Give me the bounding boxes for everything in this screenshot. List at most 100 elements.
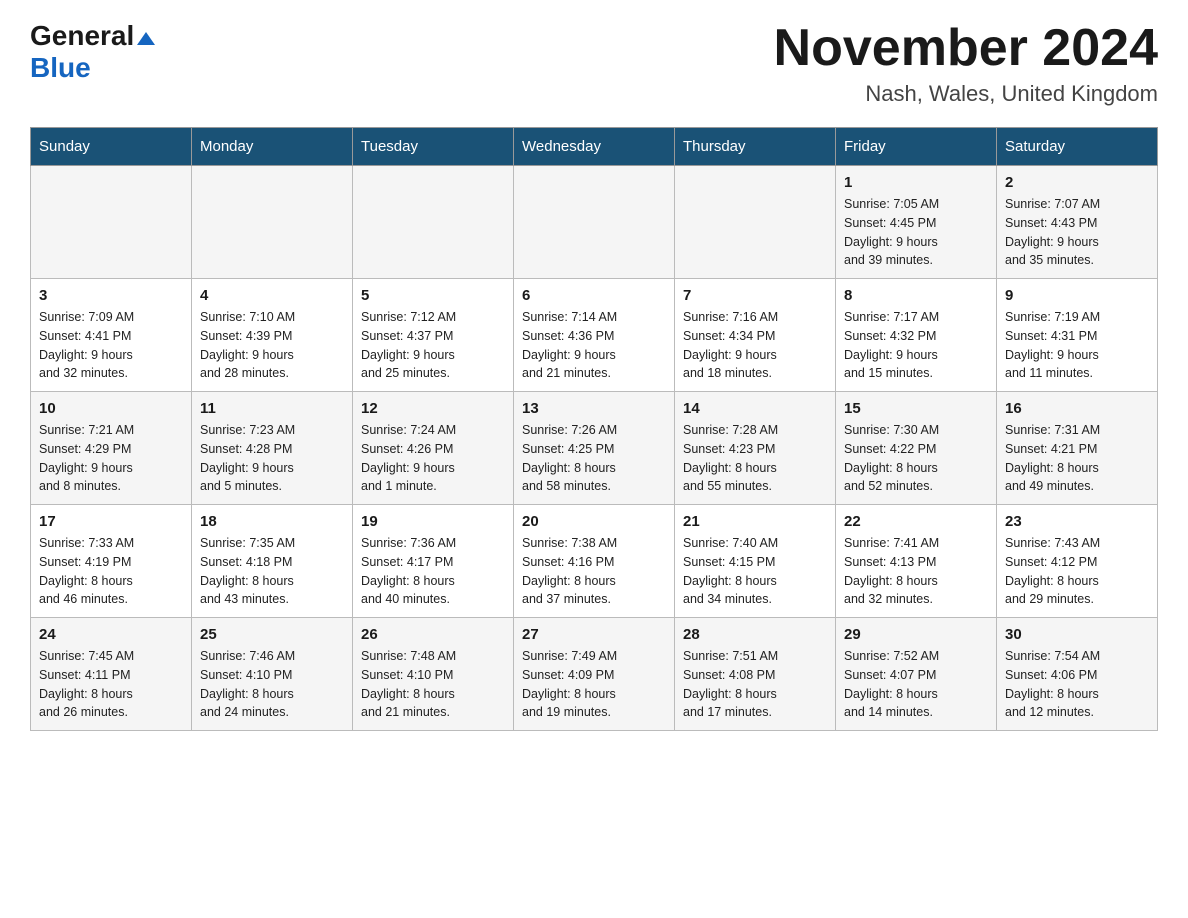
- day-info: Sunrise: 7:19 AM Sunset: 4:31 PM Dayligh…: [1005, 308, 1149, 383]
- day-number: 5: [361, 287, 505, 304]
- header-day-saturday: Saturday: [997, 128, 1158, 166]
- day-info: Sunrise: 7:12 AM Sunset: 4:37 PM Dayligh…: [361, 308, 505, 383]
- calendar-cell: 14Sunrise: 7:28 AM Sunset: 4:23 PM Dayli…: [675, 392, 836, 505]
- day-number: 4: [200, 287, 344, 304]
- header-day-friday: Friday: [836, 128, 997, 166]
- calendar-cell: 28Sunrise: 7:51 AM Sunset: 4:08 PM Dayli…: [675, 618, 836, 731]
- calendar-week-2: 3 Sunrise: 7:09 AM Sunset: 4:41 PM Daylig…: [31, 279, 1158, 392]
- calendar-header: SundayMondayTuesdayWednesdayThursdayFrid…: [31, 128, 1158, 166]
- day-info: Sunrise: 7:52 AM Sunset: 4:07 PM Dayligh…: [844, 647, 988, 722]
- day-info: Sunrise: 7:09 AM Sunset: 4:41 PM Dayligh…: [39, 308, 183, 383]
- header-day-sunday: Sunday: [31, 128, 192, 166]
- day-number: 22: [844, 513, 988, 530]
- day-number: 18: [200, 513, 344, 530]
- calendar-body: 1 Sunrise: 7:05 AM Sunset: 4:45 PM Daylig…: [31, 166, 1158, 731]
- day-info: Sunrise: 7:14 AM Sunset: 4:36 PM Dayligh…: [522, 308, 666, 383]
- day-number: 24: [39, 626, 183, 643]
- calendar-cell: 6 Sunrise: 7:14 AM Sunset: 4:36 PM Daylig…: [514, 279, 675, 392]
- day-number: 19: [361, 513, 505, 530]
- day-info: Sunrise: 7:07 AM Sunset: 4:43 PM Dayligh…: [1005, 195, 1149, 270]
- day-info: Sunrise: 7:40 AM Sunset: 4:15 PM Dayligh…: [683, 534, 827, 609]
- day-number: 30: [1005, 626, 1149, 643]
- month-title: November 2024: [774, 20, 1158, 77]
- logo-triangle-icon: [137, 32, 155, 45]
- calendar-cell: 7 Sunrise: 7:16 AM Sunset: 4:34 PM Daylig…: [675, 279, 836, 392]
- day-number: 11: [200, 400, 344, 417]
- calendar-cell: 13Sunrise: 7:26 AM Sunset: 4:25 PM Dayli…: [514, 392, 675, 505]
- day-info: Sunrise: 7:38 AM Sunset: 4:16 PM Dayligh…: [522, 534, 666, 609]
- day-number: 8: [844, 287, 988, 304]
- calendar-cell: 30 Sunrise: 7:54 AM Sunset: 4:06 PM Dayli…: [997, 618, 1158, 731]
- day-info: Sunrise: 7:33 AM Sunset: 4:19 PM Dayligh…: [39, 534, 183, 609]
- calendar-cell: 11 Sunrise: 7:23 AM Sunset: 4:28 PM Dayli…: [192, 392, 353, 505]
- logo-blue-text: Blue: [30, 52, 91, 83]
- day-info: Sunrise: 7:05 AM Sunset: 4:45 PM Dayligh…: [844, 195, 988, 270]
- day-number: 15: [844, 400, 988, 417]
- day-info: Sunrise: 7:45 AM Sunset: 4:11 PM Dayligh…: [39, 647, 183, 722]
- day-number: 1: [844, 174, 988, 191]
- calendar-cell: [192, 166, 353, 279]
- logo-general-text: General: [30, 20, 134, 52]
- day-number: 17: [39, 513, 183, 530]
- page-header: General Blue November 2024 Nash, Wales, …: [30, 20, 1158, 107]
- day-number: 12: [361, 400, 505, 417]
- calendar-cell: 4 Sunrise: 7:10 AM Sunset: 4:39 PM Daylig…: [192, 279, 353, 392]
- day-info: Sunrise: 7:16 AM Sunset: 4:34 PM Dayligh…: [683, 308, 827, 383]
- day-number: 7: [683, 287, 827, 304]
- calendar-week-1: 1 Sunrise: 7:05 AM Sunset: 4:45 PM Daylig…: [31, 166, 1158, 279]
- calendar-table: SundayMondayTuesdayWednesdayThursdayFrid…: [30, 127, 1158, 731]
- day-number: 3: [39, 287, 183, 304]
- day-number: 23: [1005, 513, 1149, 530]
- day-number: 27: [522, 626, 666, 643]
- day-info: Sunrise: 7:10 AM Sunset: 4:39 PM Dayligh…: [200, 308, 344, 383]
- calendar-cell: 19 Sunrise: 7:36 AM Sunset: 4:17 PM Dayli…: [353, 505, 514, 618]
- day-info: Sunrise: 7:36 AM Sunset: 4:17 PM Dayligh…: [361, 534, 505, 609]
- day-number: 20: [522, 513, 666, 530]
- calendar-cell: 27 Sunrise: 7:49 AM Sunset: 4:09 PM Dayli…: [514, 618, 675, 731]
- day-number: 10: [39, 400, 183, 417]
- day-info: Sunrise: 7:21 AM Sunset: 4:29 PM Dayligh…: [39, 421, 183, 496]
- calendar-week-4: 17 Sunrise: 7:33 AM Sunset: 4:19 PM Dayli…: [31, 505, 1158, 618]
- calendar-cell: 24 Sunrise: 7:45 AM Sunset: 4:11 PM Dayli…: [31, 618, 192, 731]
- calendar-cell: 22 Sunrise: 7:41 AM Sunset: 4:13 PM Dayli…: [836, 505, 997, 618]
- logo: General Blue: [30, 20, 155, 84]
- calendar-cell: [514, 166, 675, 279]
- calendar-cell: 21 Sunrise: 7:40 AM Sunset: 4:15 PM Dayli…: [675, 505, 836, 618]
- day-info: Sunrise: 7:35 AM Sunset: 4:18 PM Dayligh…: [200, 534, 344, 609]
- calendar-cell: 23 Sunrise: 7:43 AM Sunset: 4:12 PM Dayli…: [997, 505, 1158, 618]
- day-info: Sunrise: 7:17 AM Sunset: 4:32 PM Dayligh…: [844, 308, 988, 383]
- day-info: Sunrise: 7:54 AM Sunset: 4:06 PM Dayligh…: [1005, 647, 1149, 722]
- day-info: Sunrise: 7:30 AM Sunset: 4:22 PM Dayligh…: [844, 421, 988, 496]
- day-info: Sunrise: 7:43 AM Sunset: 4:12 PM Dayligh…: [1005, 534, 1149, 609]
- calendar-cell: 12Sunrise: 7:24 AM Sunset: 4:26 PM Dayli…: [353, 392, 514, 505]
- header-day-tuesday: Tuesday: [353, 128, 514, 166]
- day-info: Sunrise: 7:41 AM Sunset: 4:13 PM Dayligh…: [844, 534, 988, 609]
- calendar-cell: 8 Sunrise: 7:17 AM Sunset: 4:32 PM Daylig…: [836, 279, 997, 392]
- header-row: SundayMondayTuesdayWednesdayThursdayFrid…: [31, 128, 1158, 166]
- calendar-cell: 17 Sunrise: 7:33 AM Sunset: 4:19 PM Dayli…: [31, 505, 192, 618]
- title-section: November 2024 Nash, Wales, United Kingdo…: [774, 20, 1158, 107]
- day-number: 6: [522, 287, 666, 304]
- day-info: Sunrise: 7:28 AM Sunset: 4:23 PM Dayligh…: [683, 421, 827, 496]
- calendar-cell: 9Sunrise: 7:19 AM Sunset: 4:31 PM Daylig…: [997, 279, 1158, 392]
- calendar-cell: 15 Sunrise: 7:30 AM Sunset: 4:22 PM Dayli…: [836, 392, 997, 505]
- day-info: Sunrise: 7:31 AM Sunset: 4:21 PM Dayligh…: [1005, 421, 1149, 496]
- day-info: Sunrise: 7:23 AM Sunset: 4:28 PM Dayligh…: [200, 421, 344, 496]
- calendar-cell: [353, 166, 514, 279]
- day-info: Sunrise: 7:51 AM Sunset: 4:08 PM Dayligh…: [683, 647, 827, 722]
- calendar-cell: [31, 166, 192, 279]
- day-number: 13: [522, 400, 666, 417]
- day-number: 16: [1005, 400, 1149, 417]
- day-info: Sunrise: 7:49 AM Sunset: 4:09 PM Dayligh…: [522, 647, 666, 722]
- calendar-cell: 26Sunrise: 7:48 AM Sunset: 4:10 PM Dayli…: [353, 618, 514, 731]
- calendar-cell: 3 Sunrise: 7:09 AM Sunset: 4:41 PM Daylig…: [31, 279, 192, 392]
- day-number: 21: [683, 513, 827, 530]
- calendar-cell: 29Sunrise: 7:52 AM Sunset: 4:07 PM Dayli…: [836, 618, 997, 731]
- header-day-wednesday: Wednesday: [514, 128, 675, 166]
- calendar-cell: 20 Sunrise: 7:38 AM Sunset: 4:16 PM Dayli…: [514, 505, 675, 618]
- location: Nash, Wales, United Kingdom: [774, 81, 1158, 107]
- calendar-cell: 25Sunrise: 7:46 AM Sunset: 4:10 PM Dayli…: [192, 618, 353, 731]
- calendar-week-5: 24 Sunrise: 7:45 AM Sunset: 4:11 PM Dayli…: [31, 618, 1158, 731]
- calendar-cell: 18 Sunrise: 7:35 AM Sunset: 4:18 PM Dayli…: [192, 505, 353, 618]
- calendar-cell: 1 Sunrise: 7:05 AM Sunset: 4:45 PM Daylig…: [836, 166, 997, 279]
